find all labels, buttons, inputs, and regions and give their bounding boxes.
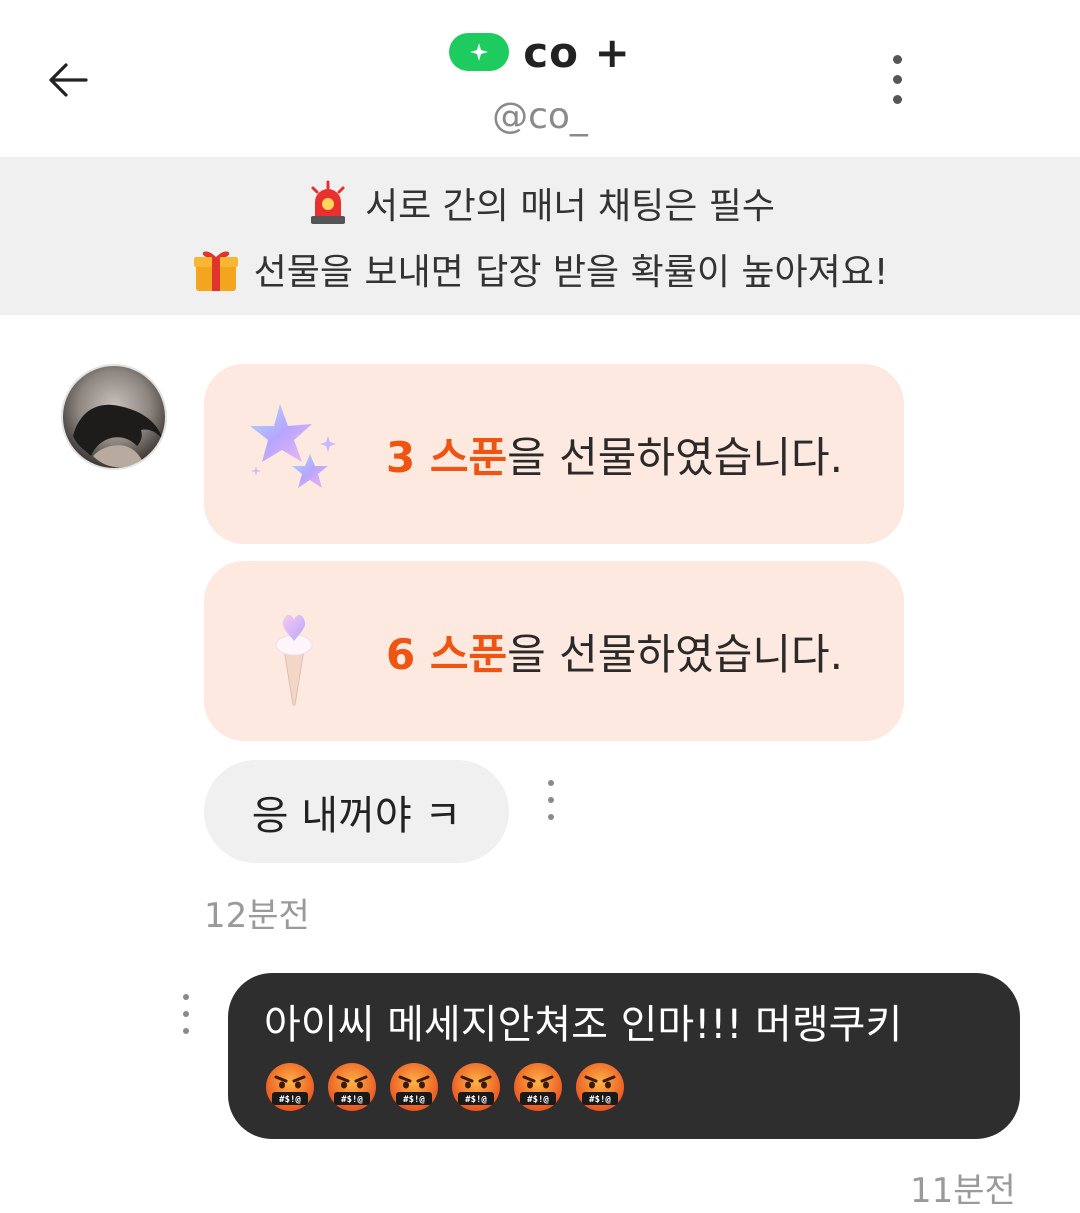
svg-text:#$!@: #$!@ (527, 1095, 549, 1105)
outgoing-message-bubble[interactable]: 아이씨 메세지안쳐조 인마!!! 머랭쿠키 #$!@ #$!@ #$!@ #$!@ #$… (228, 973, 1020, 1139)
notice-text-gift: 선물을 보내면 답장 받을 확률이 높아져요! (253, 252, 889, 293)
avatar-photo (73, 404, 163, 468)
more-vertical-icon (892, 54, 902, 64)
outgoing-message-time: 11분전 (910, 1171, 1016, 1211)
emoji-row: #$!@ #$!@ #$!@ #$!@ #$!@ #$!@ (264, 1061, 984, 1113)
incoming-message-menu-icon[interactable] (541, 780, 561, 820)
notice-line-manner: 서로 간의 매너 채팅은 필수 (305, 177, 775, 229)
cursing-face-icon: #$!@ (452, 1063, 500, 1111)
gift-count-1: 3 스푼 (386, 432, 508, 482)
cursing-face-icon: #$!@ (328, 1063, 376, 1111)
svg-text:#$!@: #$!@ (279, 1095, 301, 1105)
cursing-face-icon: #$!@ (266, 1063, 314, 1111)
svg-text:#$!@: #$!@ (341, 1095, 363, 1105)
gift-text-1: 3 스푼 을 선물하였습니다. (386, 364, 843, 544)
svg-text:#$!@: #$!@ (589, 1095, 611, 1105)
incoming-message-time: 12분전 (204, 896, 310, 936)
ice-cream-cone-icon (275, 615, 313, 706)
outgoing-message-text: 아이씨 메세지안쳐조 인마!!! 머랭쿠키 (264, 1002, 903, 1048)
svg-text:#$!@: #$!@ (403, 1095, 425, 1105)
gift-icon (193, 251, 238, 291)
notice-line-gift: 선물을 보내면 답장 받을 확률이 높아져요! (192, 243, 889, 295)
notice-banner: 서로 간의 매너 채팅은 필수 선물을 보내면 답장 받을 확률이 높아져요! (0, 157, 1080, 315)
incoming-message-text: 응 내꺼야 ㅋ (251, 792, 462, 839)
notice-text-manner: 서로 간의 매너 채팅은 필수 (364, 186, 776, 227)
gift-message-1[interactable]: 3 스푼 을 선물하였습니다. (204, 364, 904, 544)
chat-title: co + (523, 27, 631, 77)
avatar[interactable] (61, 364, 167, 470)
chat-header: co + @co_ (0, 0, 1080, 157)
sparkle-stars-icon (250, 404, 336, 488)
verified-badge-icon (449, 33, 510, 71)
cursing-face-icon: #$!@ (514, 1063, 562, 1111)
gift-suffix-1: 을 선물하였습니다. (507, 432, 843, 482)
outgoing-message-menu-icon[interactable] (176, 994, 196, 1034)
gift-count-2: 6 스푼 (386, 629, 508, 679)
svg-text:#$!@: #$!@ (465, 1095, 487, 1105)
siren-icon (310, 180, 345, 224)
cursing-face-icon: #$!@ (576, 1063, 624, 1111)
incoming-message-bubble[interactable]: 응 내꺼야 ㅋ (204, 760, 509, 863)
cursing-face-icon: #$!@ (390, 1063, 438, 1111)
more-options-button[interactable] (872, 46, 922, 112)
gift-text-2: 6 스푼 을 선물하였습니다. (386, 561, 843, 741)
gift-suffix-2: 을 선물하였습니다. (507, 629, 843, 679)
gift-message-2[interactable]: 6 스푼 을 선물하였습니다. (204, 561, 904, 741)
